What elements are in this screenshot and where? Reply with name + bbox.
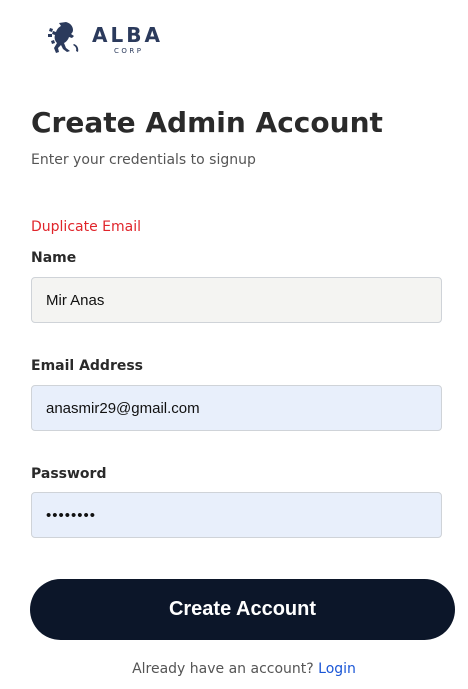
page-title: Create Admin Account <box>31 106 383 139</box>
error-message: Duplicate Email <box>31 219 141 235</box>
password-input[interactable] <box>31 492 442 538</box>
lion-rampant-icon <box>44 18 84 58</box>
password-label: Password <box>31 466 107 482</box>
name-input[interactable] <box>31 277 442 323</box>
login-prompt-text: Already have an account? <box>132 661 314 677</box>
page-subtitle: Enter your credentials to signup <box>31 152 256 168</box>
create-account-button[interactable]: Create Account <box>30 579 455 640</box>
name-label: Name <box>31 250 77 266</box>
brand-name: ALBA <box>92 23 163 47</box>
email-label: Email Address <box>31 358 144 374</box>
login-prompt-row: Already have an account? Login <box>0 659 464 679</box>
brand-subtitle: CORP <box>114 47 144 55</box>
brand-logo: ALBA CORP <box>44 18 174 60</box>
login-link[interactable]: Login <box>318 661 356 677</box>
email-input[interactable] <box>31 385 442 431</box>
